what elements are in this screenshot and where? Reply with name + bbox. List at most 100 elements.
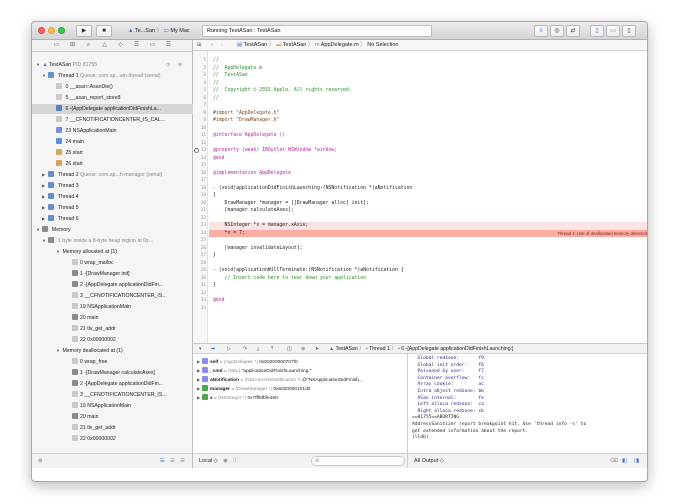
line-number[interactable]: 25 (193, 237, 206, 245)
hide-running-icon[interactable]: ☰ (170, 454, 175, 468)
toggle-navigator-button[interactable]: ▯ (590, 25, 604, 37)
allocated-group-row[interactable]: ▼ Memory allocated at (1) (56, 247, 192, 257)
line-number[interactable]: 4 (193, 80, 206, 88)
line-number[interactable]: 17 (193, 177, 206, 185)
frame-row[interactable]: 5 __asan_report_store8 (56, 93, 192, 103)
filter-icon[interactable]: ⊜ (38, 454, 43, 468)
frame-row[interactable]: 24 main (56, 137, 192, 147)
line-number[interactable]: 30 (193, 275, 206, 283)
line-number[interactable]: 29 (193, 267, 206, 275)
frame-row[interactable]: 0 __asan::AsanDie() (56, 82, 192, 92)
debug-crumb-thread[interactable]: Thread 1 (369, 346, 390, 352)
line-number[interactable]: 9 (193, 117, 206, 125)
breadcrumb-file[interactable]: AppDelegate.m (321, 42, 359, 48)
symbol-icon[interactable]: ⊞ (68, 41, 77, 50)
forward-button[interactable]: › (221, 40, 223, 51)
frame-row[interactable]: 22 0x00000002 (72, 434, 192, 444)
breadcrumb-project[interactable]: TestASan (244, 42, 268, 48)
frame-row[interactable]: 19 NSApplicationMain (72, 401, 192, 411)
line-number[interactable]: 3 (193, 72, 206, 80)
line-number[interactable]: 14 (193, 155, 206, 163)
debug-crumb-frame[interactable]: 6 -[AppDelegate applicationDidFinishLaun… (401, 346, 513, 352)
show-only-crashed-icon[interactable]: ☰ (160, 454, 165, 468)
variable-row[interactable]: ▶ x = (NSInteger *) 0x7fff5fbfe450 (197, 393, 278, 402)
line-number[interactable]: 33 (193, 297, 206, 305)
line-number[interactable]: 31 (193, 282, 206, 290)
line-number[interactable]: 16 (193, 170, 206, 178)
frame-row[interactable]: 20 main (72, 412, 192, 422)
line-number[interactable]: 5 (193, 87, 206, 95)
line-number[interactable]: 11 (193, 132, 206, 140)
frame-row-selected[interactable]: 6 -[AppDelegate applicationDidFinishLa..… (32, 104, 193, 114)
version-editor-button[interactable]: ⇄ (566, 25, 580, 37)
process-row[interactable]: ▼ ▲ TestASan PID 81755 ◷ ⊜ (36, 60, 191, 70)
memory-graph-icon[interactable]: ⊛ (301, 344, 305, 354)
view-hierarchy-icon[interactable]: ◫ (287, 344, 292, 354)
trash-icon[interactable]: ⌫ (610, 454, 618, 468)
variables-search-field[interactable]: ⊜ (311, 456, 405, 466)
frame-row[interactable]: 1 -[DrawManager init] (72, 269, 192, 279)
thread-row[interactable]: ▶ Thread 2 Queue: com.ap...h-manager (se… (42, 170, 192, 180)
frame-row[interactable]: 20 main (72, 313, 192, 323)
toggle-debug-area-button[interactable]: ▭ (606, 25, 620, 37)
zoom-window-button[interactable] (58, 27, 65, 34)
variable-row[interactable]: ▶ self = (AppDelegate *) 0x60200000707f0 (197, 357, 298, 366)
breadcrumb-group[interactable]: TestASan (283, 42, 307, 48)
frame-row[interactable]: 22 0x00000002 (72, 335, 192, 345)
report-icon[interactable]: ☰ (164, 41, 173, 50)
deallocated-group-row[interactable]: ▼ Memory deallocated at (1) (56, 346, 192, 356)
standard-editor-button[interactable]: ≡ (534, 25, 548, 37)
thread-row[interactable]: ▶ Thread 5 (42, 203, 192, 213)
frame-row[interactable]: 3 __CFNOTIFICATIONCENTER_IS... (72, 291, 192, 301)
variable-row[interactable]: ▶ manager = (DrawManager *) 0x6020000101d… (197, 384, 310, 393)
toggle-utilities-button[interactable]: ▯ (622, 25, 636, 37)
line-number[interactable]: 20 (193, 200, 206, 208)
scheme-selector[interactable]: ▲ Te...San 〉 ▭ My Mac (128, 25, 190, 37)
run-button[interactable]: ▶ (76, 25, 92, 37)
frame-row[interactable]: 23 NSApplicationMain (56, 126, 192, 136)
frame-row[interactable]: 21 tlv_get_addr (72, 324, 192, 334)
frame-row[interactable]: 26 start (56, 159, 192, 169)
hide-frames-icon[interactable]: ☰ (180, 454, 185, 468)
memory-detail-row[interactable]: ▼ 1 byte inside a 8-byte heap region at … (42, 236, 192, 246)
step-into-icon[interactable]: ⤓ (257, 344, 259, 354)
line-number[interactable]: 15 (193, 162, 206, 170)
line-number[interactable]: 26 (193, 245, 206, 253)
step-over-icon[interactable]: ↷ (243, 344, 247, 354)
line-number[interactable]: 22 (193, 215, 206, 223)
line-number[interactable]: 8 (193, 110, 206, 118)
continue-icon[interactable]: ▷ (227, 344, 231, 354)
split-right-icon[interactable]: ◨ (634, 454, 639, 468)
scope-selector[interactable]: Local ◇ (199, 454, 218, 468)
line-number[interactable]: 6 (193, 95, 206, 103)
breakpoints-toggle-icon[interactable]: ➡ (211, 344, 215, 354)
code-area[interactable]: Thread 1: Use of deallocated memory dete… (193, 51, 647, 343)
debug-icon[interactable]: ☰ (132, 41, 141, 50)
minimize-window-button[interactable] (48, 27, 55, 34)
line-number[interactable]: 7 (193, 102, 206, 110)
frame-row[interactable]: 0 wrap_malloc (72, 258, 192, 268)
frame-row[interactable]: 19 NSApplicationMain (72, 302, 192, 312)
thread-row[interactable]: ▶ Thread 6 (42, 214, 192, 224)
eye-icon[interactable]: ◉ (223, 454, 228, 468)
step-out-icon[interactable]: ⤒ (271, 344, 273, 354)
assistant-editor-button[interactable]: ◎ (550, 25, 564, 37)
frame-row[interactable]: 2 -[AppDelegate applicationDidFin... (72, 280, 192, 290)
line-number[interactable]: 19 (193, 192, 206, 200)
filter-icon[interactable]: ⊜ (178, 60, 182, 70)
frame-row[interactable]: 2 -[AppDelegate applicationDidFin... (72, 379, 192, 389)
thread-row[interactable]: ▶ Thread 3 (42, 181, 192, 191)
line-number[interactable]: 34 (193, 305, 206, 313)
variable-row[interactable]: ▶ aNotification = (NSConcreteNotification… (197, 375, 363, 384)
gauge-icon[interactable]: ◷ (166, 60, 171, 70)
frame-row[interactable]: 25 start (56, 148, 192, 158)
line-number[interactable]: 21 (193, 207, 206, 215)
frame-row[interactable]: 21 tlv_get_addr (72, 423, 192, 433)
frame-row[interactable]: 3 __CFNOTIFICATIONCENTER_IS... (72, 390, 192, 400)
debug-crumb-process[interactable]: TestASan (336, 346, 358, 352)
line-number[interactable]: 12 (193, 140, 206, 148)
breadcrumb-symbol[interactable]: No Selection (367, 42, 398, 48)
line-number[interactable]: 18 (193, 185, 206, 193)
back-button[interactable]: ‹ (211, 40, 213, 51)
console-view[interactable]: Global redzone: f9 Global init order: f6… (408, 354, 647, 453)
